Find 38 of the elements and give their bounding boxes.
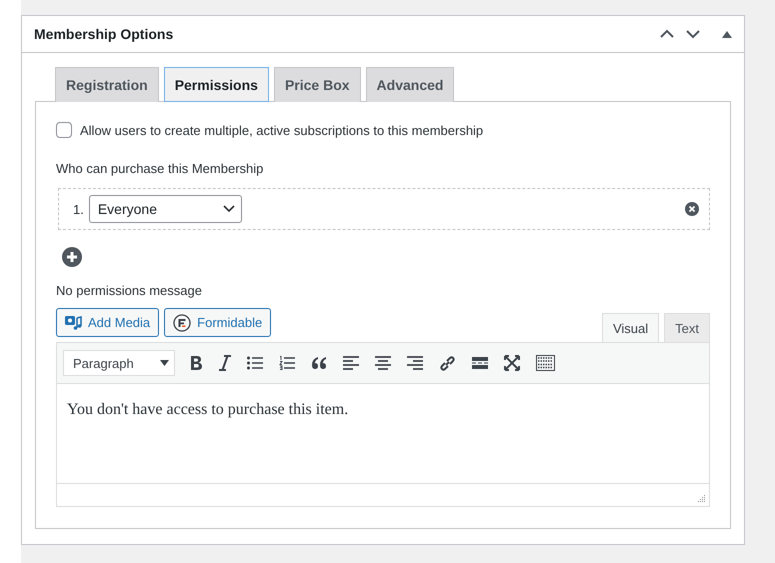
chevron-down-icon[interactable] [686,29,700,39]
checkbox[interactable] [56,122,72,138]
select-dropdown[interactable]: Everyone [88,195,242,223]
format-dropdown[interactable]: Paragraph [63,350,175,376]
dropdown-triangle-icon [160,360,169,366]
keyboard-icon[interactable] [536,355,555,371]
editor-tab[interactable]: Text [664,313,710,342]
tab[interactable]: Advanced [366,67,454,102]
remove-icon[interactable] [685,202,699,216]
bold-icon[interactable] [189,355,203,371]
media-icon [65,314,82,330]
editor-tab[interactable]: Visual [602,313,660,342]
quote-icon[interactable] [311,357,327,369]
formidable-logo-icon [173,314,192,332]
tab[interactable]: Permissions [164,67,269,102]
add-icon[interactable] [62,247,82,267]
bullet-list-icon[interactable] [247,356,263,370]
editor-content[interactable]: You don't have access to purchase this item. [57,384,709,484]
italic-icon[interactable] [219,355,231,371]
fullscreen-icon[interactable] [504,355,520,371]
media-button[interactable]: Add Media [56,308,160,337]
numbered-list-icon[interactable] [279,356,295,370]
align-left-icon[interactable] [343,356,359,370]
panel-title: Membership Options [34,26,174,42]
section-label: No permissions message [56,283,203,298]
collapse-triangle-icon[interactable] [722,30,732,38]
section-label: Who can purchase this Membership [56,161,264,176]
rule-number: 1. [73,202,84,216]
tab[interactable]: Registration [55,67,159,102]
tab[interactable]: Price Box [274,67,361,102]
chevron-down-icon [222,205,235,213]
align-right-icon[interactable] [407,356,423,370]
align-center-icon[interactable] [375,356,391,370]
media-button[interactable]: Formidable [164,308,272,337]
read-more-icon[interactable] [472,357,488,369]
chevron-up-icon[interactable] [660,29,674,39]
link-icon[interactable] [439,354,456,372]
checkbox-label: Allow users to create multiple, active subscriptions to this membership [80,122,484,138]
